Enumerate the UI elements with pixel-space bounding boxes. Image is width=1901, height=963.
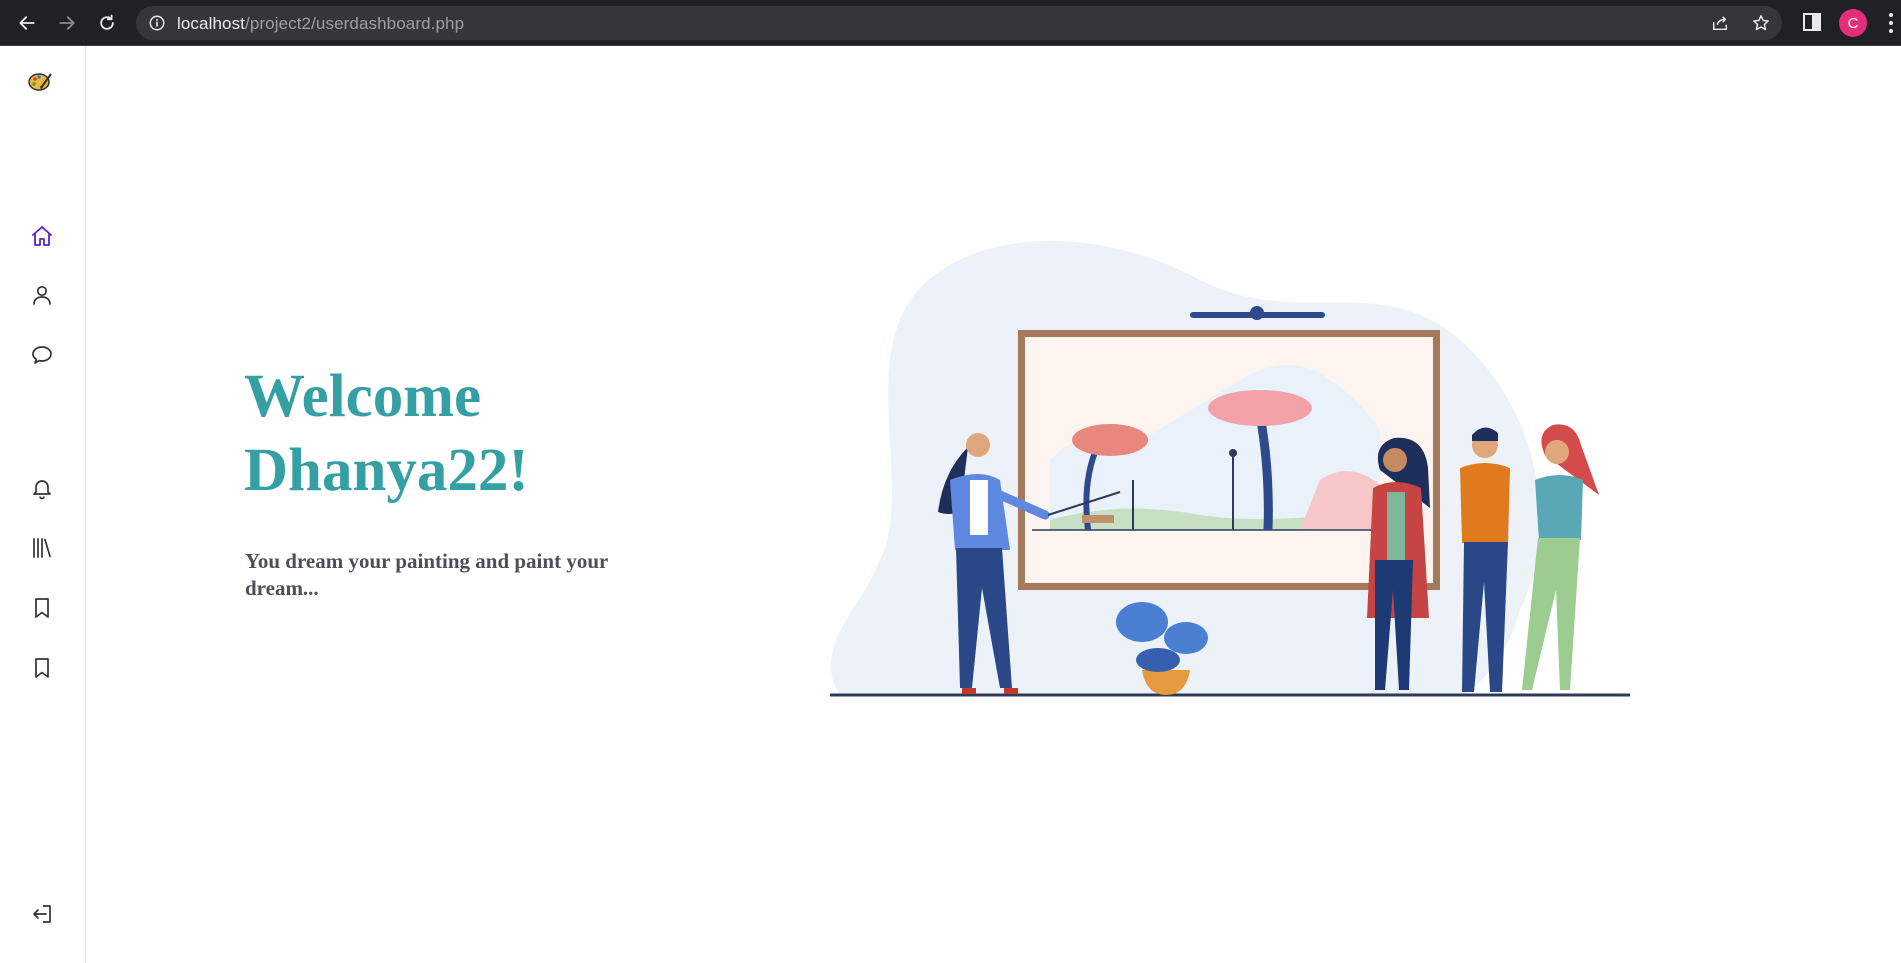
- sidebar-item-saved[interactable]: [28, 654, 56, 682]
- reload-icon[interactable]: [94, 10, 120, 36]
- gallery-illustration: [830, 240, 1630, 697]
- user-icon: [33, 285, 51, 305]
- back-arrow-icon[interactable]: [14, 10, 40, 36]
- site-info-icon[interactable]: [148, 14, 166, 32]
- sidebar: [0, 46, 86, 963]
- share-icon[interactable]: [1711, 14, 1729, 32]
- url-text: localhost/project2/userdashboard.php: [177, 14, 465, 33]
- bookmark-icon: [35, 598, 49, 618]
- logout-icon: [33, 905, 51, 923]
- home-icon: [32, 226, 52, 246]
- welcome-heading: Welcome Dhanya22!: [244, 360, 744, 508]
- palette-logo-icon[interactable]: [27, 70, 53, 94]
- browser-toolbar: localhost/project2/userdashboard.php C: [0, 0, 1901, 46]
- profile-avatar[interactable]: C: [1839, 9, 1867, 37]
- chat-bubble-icon: [32, 346, 52, 364]
- side-panel-icon[interactable]: [1801, 11, 1823, 33]
- library-icon: [33, 538, 51, 558]
- bookmark-star-icon[interactable]: [1752, 14, 1770, 32]
- sidebar-item-messages[interactable]: [28, 341, 56, 369]
- sidebar-item-logout[interactable]: [28, 900, 56, 928]
- sidebar-item-home[interactable]: [28, 222, 56, 250]
- welcome-username: Dhanya22!: [244, 437, 529, 504]
- address-bar[interactable]: localhost/project2/userdashboard.php: [136, 6, 1782, 40]
- bookmark-icon: [35, 658, 49, 678]
- sidebar-item-profile[interactable]: [28, 281, 56, 309]
- tagline: You dream your painting and paint your d…: [245, 549, 608, 600]
- forward-arrow-icon[interactable]: [54, 10, 80, 36]
- sidebar-item-bookmarks[interactable]: [28, 594, 56, 622]
- welcome-line-1: Welcome: [244, 363, 482, 430]
- sidebar-item-library[interactable]: [28, 534, 56, 562]
- bell-icon: [33, 480, 51, 500]
- more-menu-icon[interactable]: [1888, 12, 1894, 34]
- sidebar-item-notifications[interactable]: [28, 474, 56, 502]
